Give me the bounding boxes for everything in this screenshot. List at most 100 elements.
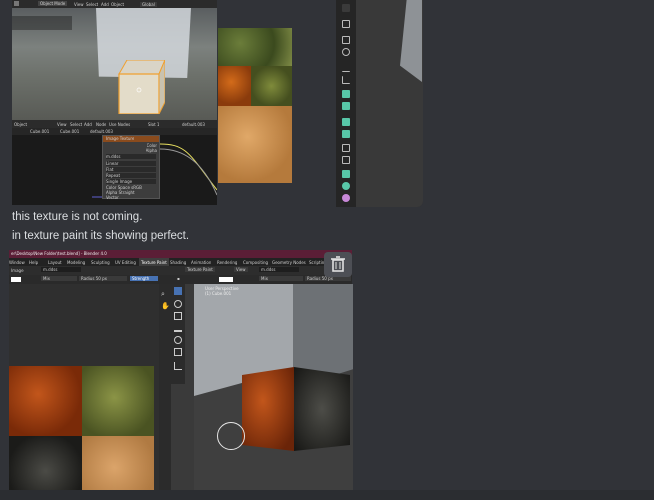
image-editor[interactable]: ⌕ ✋ <box>9 284 171 490</box>
tool-icon-4[interactable] <box>342 48 350 56</box>
herb-texture-2 <box>251 66 292 106</box>
tab-geometry-nodes[interactable]: Geometry Nodes <box>272 260 306 265</box>
menu-view-2[interactable]: View <box>57 122 67 127</box>
tool-icon-2[interactable] <box>342 20 350 28</box>
zoom-icon[interactable]: ⌕ <box>161 290 165 299</box>
interpolation-select[interactable]: Linear <box>106 161 156 166</box>
tab-modeling[interactable]: Modeling <box>67 260 85 265</box>
menu-window[interactable]: Window <box>9 260 25 265</box>
viewport-blend-select[interactable]: Mix <box>259 276 303 281</box>
menu-object[interactable]: Object <box>111 2 124 7</box>
ruler-icon[interactable] <box>342 76 350 84</box>
breadcrumb-material: default.003 <box>90 129 113 134</box>
3d-viewport[interactable] <box>12 8 217 120</box>
breadcrumb-mesh: Cube.001 <box>60 129 80 134</box>
blend-select[interactable]: Mix <box>41 276 77 281</box>
input-vector: Vector <box>106 195 119 200</box>
spin-icon[interactable] <box>342 182 350 190</box>
source-select[interactable]: Single Image <box>106 179 156 184</box>
editor-headers: Image m.ddss Texture Paint View m.ddss <box>9 266 352 275</box>
menu-node[interactable]: Node <box>96 122 106 127</box>
menu-object-2[interactable]: Object <box>14 122 27 127</box>
menu-add[interactable]: Add <box>101 2 109 7</box>
trash-icon <box>331 256 345 272</box>
editor-type-icon[interactable] <box>14 1 19 6</box>
color-swatch[interactable] <box>11 277 21 282</box>
viewport-overlay-text <box>12 16 72 30</box>
use-nodes-toggle[interactable]: Use Nodes <box>109 122 130 127</box>
screenshot-viewport-right <box>336 0 423 207</box>
painted-cube[interactable] <box>240 365 350 457</box>
menu-select-2[interactable]: Select <box>70 122 82 127</box>
clone-icon[interactable] <box>174 324 182 332</box>
material-select[interactable]: default.003 <box>182 122 205 127</box>
node-header[interactable]: Image Texture <box>103 136 159 142</box>
knife-icon[interactable] <box>342 156 350 164</box>
shading-select[interactable]: Global <box>140 2 157 7</box>
tab-shading[interactable]: Shading <box>170 260 186 265</box>
viewport-view-menu[interactable]: View <box>234 267 248 272</box>
extension-select[interactable]: Repeat <box>106 173 156 178</box>
annotate-icon[interactable] <box>174 362 182 370</box>
menu-help[interactable]: Help <box>29 260 38 265</box>
tab-animation[interactable]: Animation <box>191 260 211 265</box>
image-select[interactable]: m.ddss <box>106 154 156 159</box>
viewport-color-swatch[interactable] <box>219 277 233 282</box>
viewport-image-field[interactable]: m.ddss <box>259 267 299 272</box>
radius-label: Radius <box>81 276 95 281</box>
tool-icon-3[interactable] <box>342 36 350 44</box>
herb-texture <box>82 366 154 436</box>
chili-texture <box>218 66 251 106</box>
breadcrumb: Cube.001 Cube.001 default.003 <box>12 128 217 135</box>
mask-icon[interactable] <box>174 348 182 356</box>
strength-field[interactable]: Strength <box>130 276 158 281</box>
brush-cursor <box>217 422 245 450</box>
tab-texture-paint[interactable]: Texture Paint <box>139 258 169 266</box>
texture-image-strip <box>218 28 292 183</box>
image-texture-node[interactable]: Image Texture Color Alpha m.ddss Linear … <box>102 135 160 200</box>
window-title: er\Desktop\New Folder\test.blend] - Blen… <box>11 251 107 256</box>
soften-icon[interactable] <box>174 300 182 308</box>
fill-icon[interactable] <box>174 336 182 344</box>
menu-select[interactable]: Select <box>86 2 98 7</box>
tab-sculpting[interactable]: Sculpting <box>91 260 110 265</box>
menu-add-2[interactable]: Add <box>84 122 92 127</box>
projection-select[interactable]: Flat <box>106 167 156 172</box>
mode-select[interactable]: Object Mode <box>38 1 68 6</box>
brush-settings-bar: Mix Radius 50 px Strength ▪ Mix Radius 5… <box>9 275 352 284</box>
draw-brush-icon[interactable] <box>174 287 182 295</box>
bevel-icon[interactable] <box>342 130 350 138</box>
node-editor-header: Object View Select Add Node Use Nodes Sl… <box>12 120 217 128</box>
message-line-2: in texture paint its showing perfect. <box>12 230 190 242</box>
sand-texture <box>218 106 292 183</box>
tool-icon-1[interactable] <box>342 4 350 12</box>
herb-texture <box>218 28 292 66</box>
tab-rendering[interactable]: Rendering <box>217 260 237 265</box>
tab-compositing[interactable]: Compositing <box>243 260 268 265</box>
viewport-brush-icon[interactable]: ▪ <box>177 276 180 281</box>
image-menu[interactable]: Image <box>11 268 24 273</box>
viewport-mode-select[interactable]: Texture Paint <box>185 267 215 272</box>
tab-layout[interactable]: Layout <box>48 260 62 265</box>
add-cube-icon[interactable] <box>342 90 350 98</box>
output-alpha: Alpha <box>145 148 157 153</box>
slot-select[interactable]: Slot 1 <box>148 122 159 127</box>
top-header: Object Mode View Select Add Object Globa… <box>12 0 217 8</box>
loopcut-icon[interactable] <box>342 144 350 152</box>
tab-uv-editing[interactable]: UV Editing <box>115 260 136 265</box>
selected-cube[interactable] <box>115 60 165 114</box>
measure-icon[interactable] <box>342 64 350 72</box>
pepper-texture <box>9 436 82 490</box>
menu-view[interactable]: View <box>74 2 84 7</box>
node-title: Image Texture <box>106 136 135 141</box>
polybuild-icon[interactable] <box>342 170 350 178</box>
smear-icon[interactable] <box>174 312 182 320</box>
image-name-field[interactable]: m.ddss <box>41 267 81 272</box>
radius-field[interactable]: Radius 50 px <box>79 276 127 281</box>
extrude-icon[interactable] <box>342 102 350 110</box>
inset-icon[interactable] <box>342 118 350 126</box>
delete-button[interactable] <box>324 252 352 277</box>
message-line-1: this texture is not coming. <box>12 211 143 223</box>
pan-hand-icon[interactable]: ✋ <box>161 302 170 310</box>
smooth-icon[interactable] <box>342 194 350 202</box>
